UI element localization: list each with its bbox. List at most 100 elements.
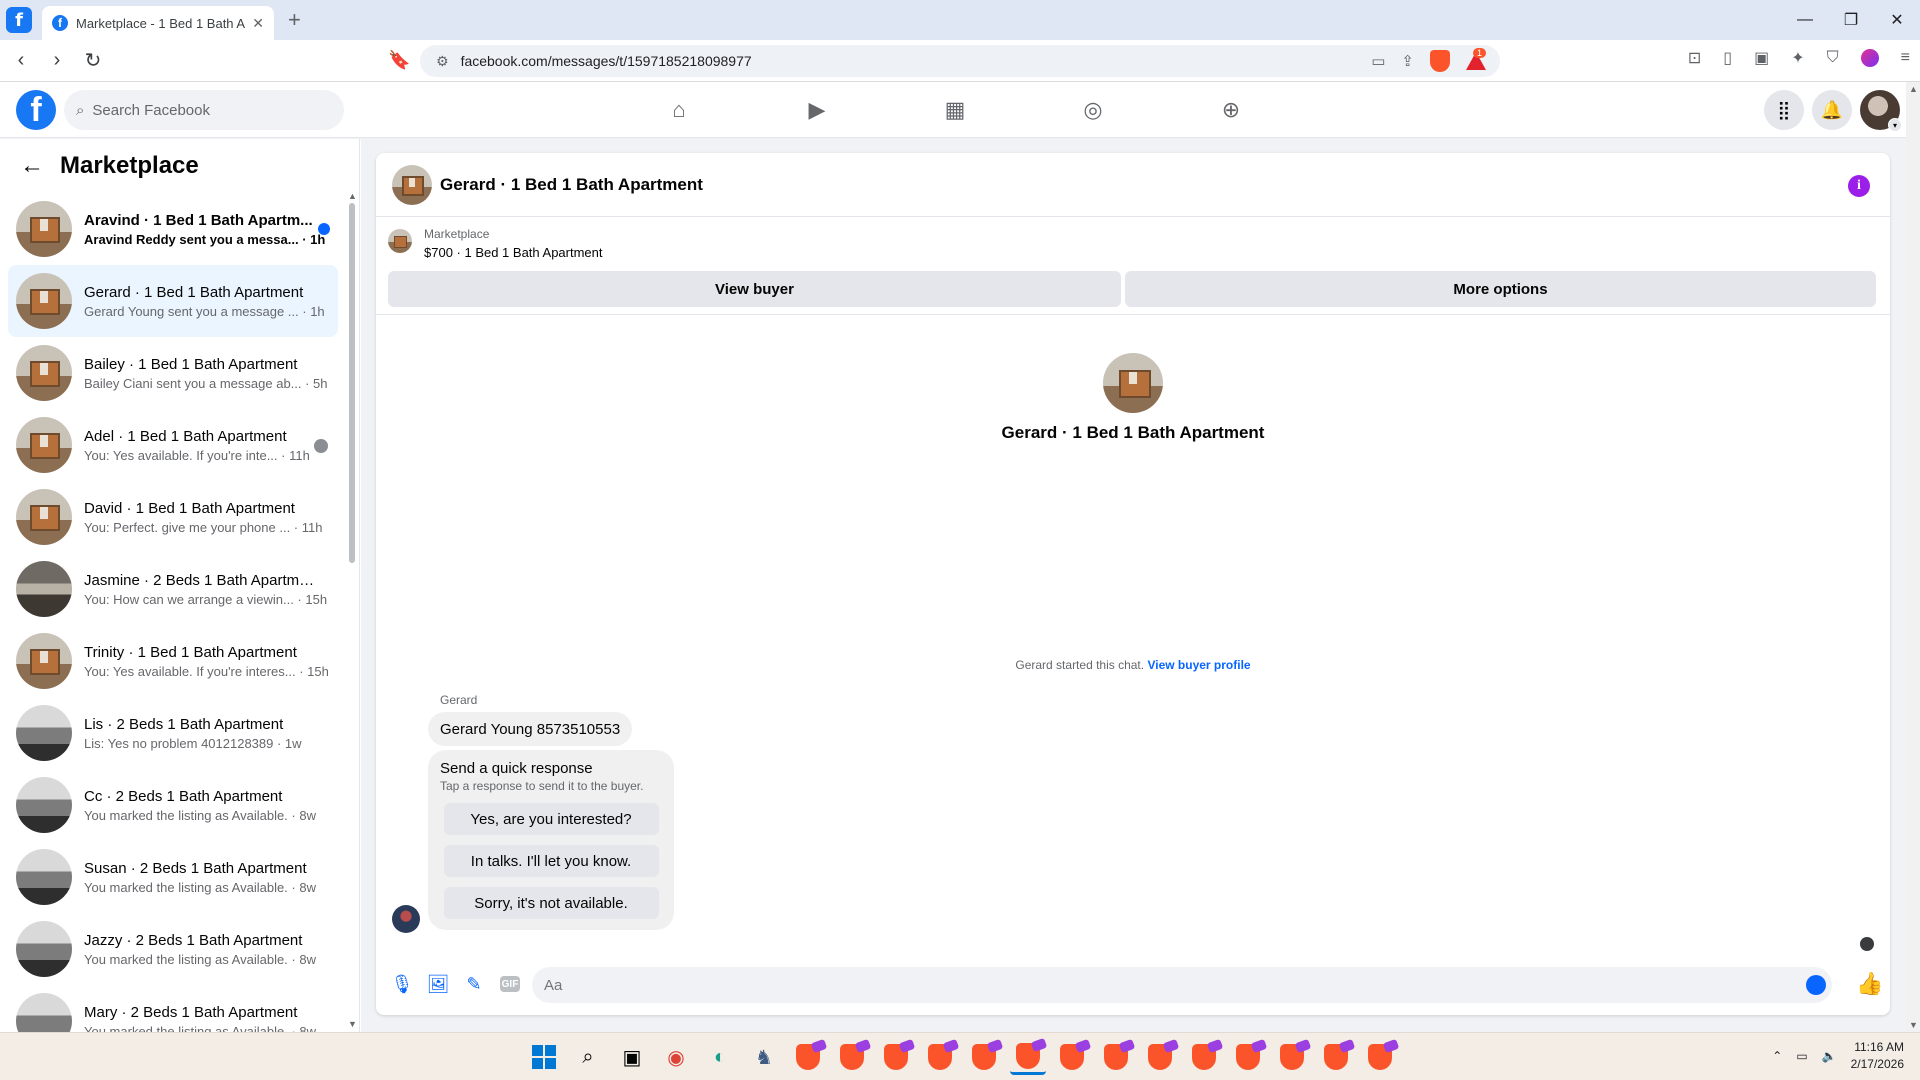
groups-icon[interactable]: ◎ <box>1024 82 1162 138</box>
conversation-item[interactable]: Mary · 2 Beds 1 Bath Apartment You marked… <box>8 985 338 1032</box>
chat-avatar[interactable] <box>392 164 432 205</box>
conversation-name: Adel · 1 Bed 1 Bath Apartment <box>84 427 287 445</box>
browser-menu-icon[interactable]: ≡ <box>1901 49 1910 67</box>
network-icon[interactable]: ▭ <box>1796 1049 1807 1063</box>
brave-app-icon[interactable] <box>1362 1039 1398 1075</box>
browser-tab[interactable]: f Marketplace - 1 Bed 1 Bath Apartment ✕ <box>42 6 274 40</box>
conversation-item[interactable]: David · 1 Bed 1 Bath Apartment You: Perfe… <box>8 481 338 553</box>
vpn-icon[interactable]: ⛉ <box>1827 49 1839 67</box>
notifications-icon[interactable]: 🔔 <box>1812 90 1852 130</box>
marketplace-icon[interactable]: ▦ <box>886 82 1024 138</box>
back-icon[interactable]: ‹ <box>6 46 36 76</box>
brave-app-icon[interactable] <box>1142 1039 1178 1075</box>
search-input[interactable]: Search Facebook <box>92 102 210 119</box>
conversation-item[interactable]: Cc · 2 Beds 1 Bath Apartment You marked t… <box>8 769 338 841</box>
thumbs-up-icon[interactable]: 👍 <box>1856 971 1883 997</box>
conversation-item[interactable]: Susan · 2 Beds 1 Bath Apartment You marke… <box>8 841 338 913</box>
close-window-icon[interactable]: ✕ <box>1874 0 1920 40</box>
home-icon[interactable]: ⌂ <box>610 82 748 138</box>
tray-chevron-up-icon[interactable]: ⌃ <box>1772 1049 1782 1063</box>
screenshot-icon[interactable]: ⊡ <box>1688 48 1701 68</box>
leo-ai-icon[interactable]: ✦ <box>1791 48 1804 68</box>
brave-app-icon[interactable] <box>1098 1039 1134 1075</box>
message-bubble[interactable]: Gerard Young 8573510553 <box>428 712 633 746</box>
listing-price[interactable]: $700 · 1 Bed 1 Bath Apartment <box>424 245 603 260</box>
conversation-item[interactable]: Jazzy · 2 Beds 1 Bath Apartment You marke… <box>8 913 338 985</box>
taskbar-search-icon[interactable]: ⌕ <box>570 1039 606 1075</box>
cast-icon[interactable]: ▭ <box>1371 52 1385 70</box>
reload-icon[interactable]: ↻ <box>78 46 108 76</box>
quick-reply-not-available-button[interactable]: Sorry, it's not available. <box>443 887 659 919</box>
brave-app-icon[interactable] <box>966 1039 1002 1075</box>
video-icon[interactable]: ▶ <box>748 82 886 138</box>
edge-icon[interactable]: ◐ <box>702 1039 738 1075</box>
conversation-item[interactable]: Aravind · 1 Bed 1 Bath Apartm... Aravind … <box>8 193 338 265</box>
brave-app-icon[interactable] <box>1054 1039 1090 1075</box>
brave-app-icon[interactable] <box>922 1039 958 1075</box>
brave-app-icon[interactable] <box>1318 1039 1354 1075</box>
info-icon[interactable]: i <box>1848 175 1870 197</box>
restore-icon[interactable]: ❐ <box>1828 0 1874 40</box>
chat-title[interactable]: Gerard · 1 Bed 1 Bath Apartment <box>440 175 703 195</box>
gif-button[interactable]: GIF <box>492 966 528 1002</box>
url-bar[interactable]: ⚙ facebook.com/messages/t/15971852180989… <box>420 45 1500 77</box>
app-icon[interactable]: ♞ <box>746 1039 782 1075</box>
conversation-item[interactable]: Bailey · 1 Bed 1 Bath Apartment Bailey Ci… <box>8 337 338 409</box>
chrome-icon[interactable]: ◉ <box>658 1039 694 1075</box>
view-buyer-profile-link[interactable]: View buyer profile <box>1147 658 1250 672</box>
clock[interactable]: 11:16 AM 2/17/2026 <box>1851 1039 1904 1073</box>
sender-avatar[interactable] <box>392 905 420 933</box>
bookmark-icon[interactable]: 🔖 <box>388 50 410 71</box>
wallet-icon[interactable]: ▣ <box>1754 48 1769 68</box>
conversation-item[interactable]: Gerard · 1 Bed 1 Bath Apartment Gerard Yo… <box>8 265 338 337</box>
quick-reply-interested-button[interactable]: Yes, are you interested? <box>443 803 659 835</box>
photo-icon[interactable]: 🖼 <box>420 966 456 1002</box>
sticker-icon[interactable]: ✎ <box>456 966 492 1002</box>
brave-app-icon[interactable] <box>1186 1039 1222 1075</box>
message-input[interactable] <box>532 967 1832 1003</box>
brave-rewards-icon[interactable]: 1 <box>1466 48 1486 70</box>
sidebar-toggle-icon[interactable]: ▯ <box>1723 48 1732 68</box>
task-view-icon[interactable]: ▣ <box>614 1039 650 1075</box>
gaming-icon[interactable]: ⊕ <box>1162 82 1300 138</box>
conversation-item[interactable]: Trinity · 1 Bed 1 Bath Apartment You: Yes… <box>8 625 338 697</box>
emoji-icon[interactable] <box>1806 975 1826 995</box>
conversation-item[interactable]: Adel · 1 Bed 1 Bath Apartment You: Yes av… <box>8 409 338 481</box>
share-icon[interactable]: ⇪ <box>1401 52 1414 70</box>
brave-app-icon[interactable] <box>1230 1039 1266 1075</box>
listing-thumbnail[interactable] <box>388 229 412 253</box>
forward-icon[interactable]: › <box>42 46 72 76</box>
view-buyer-button[interactable]: View buyer <box>388 271 1121 307</box>
brave-app-icon[interactable] <box>1274 1039 1310 1075</box>
menu-grid-icon[interactable]: ⣿ <box>1764 90 1804 130</box>
volume-icon[interactable]: 🔈 <box>1822 1049 1837 1063</box>
facebook-search[interactable]: ⌕ Search Facebook <box>64 90 344 130</box>
back-arrow-icon[interactable]: ← <box>20 152 44 180</box>
profile-avatar[interactable]: ▾ <box>1860 90 1902 132</box>
brave-app-icon-active[interactable] <box>1010 1039 1046 1075</box>
site-info-icon[interactable]: ⚙ <box>436 53 449 70</box>
windows-start-icon[interactable] <box>526 1039 562 1075</box>
page-scroll-down-icon[interactable]: ▼ <box>1909 1020 1918 1030</box>
minimize-icon[interactable]: — <box>1782 0 1828 40</box>
new-tab-icon[interactable]: + <box>288 7 301 33</box>
sidebar-scrollbar[interactable]: ▲ ▼ <box>348 191 357 1031</box>
quick-reply-in-talks-button[interactable]: In talks. I'll let you know. <box>443 845 659 877</box>
scroll-up-icon[interactable]: ▲ <box>348 191 357 201</box>
brave-app-icon[interactable] <box>878 1039 914 1075</box>
page-scroll-up-icon[interactable]: ▲ <box>1909 84 1918 94</box>
brave-app-icon[interactable] <box>834 1039 870 1075</box>
microphone-icon[interactable]: 🎙 <box>384 966 420 1002</box>
brave-shields-icon[interactable] <box>1430 50 1450 72</box>
extension-icon[interactable] <box>1860 49 1879 67</box>
brave-app-icon[interactable] <box>790 1039 826 1075</box>
facebook-logo-icon[interactable]: f <box>16 90 56 130</box>
scroll-down-icon[interactable]: ▼ <box>348 1019 357 1029</box>
more-options-button[interactable]: More options <box>1125 271 1876 307</box>
browser-menu-icon[interactable]: f <box>6 7 32 33</box>
scrollbar-thumb[interactable] <box>349 203 355 563</box>
conversation-item[interactable]: Jasmine · 2 Beds 1 Bath Apartme... You: H… <box>8 553 338 625</box>
tab-close-icon[interactable]: ✕ <box>252 15 264 32</box>
page-scrollbar[interactable]: ▲ ▼ <box>1906 82 1920 1032</box>
conversation-item[interactable]: Lis · 2 Beds 1 Bath Apartment Lis: Yes no… <box>8 697 338 769</box>
